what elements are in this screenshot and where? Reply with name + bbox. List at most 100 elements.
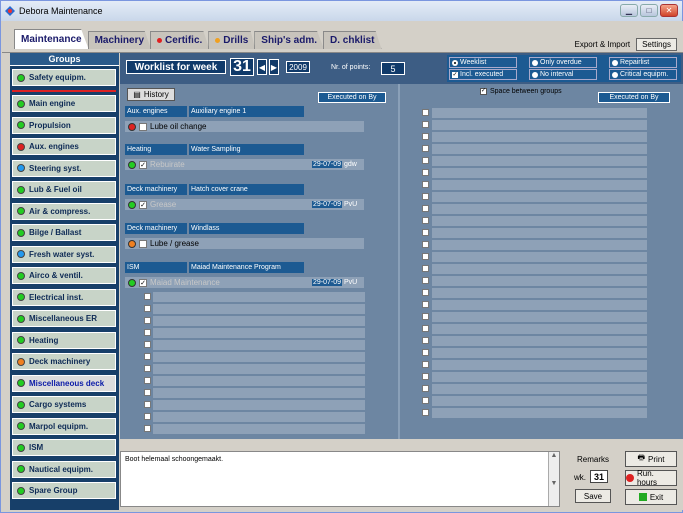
option-repairlist[interactable]: Repairlist (609, 57, 677, 68)
group-item-main-engine[interactable]: Main engine (12, 95, 116, 112)
group-item-bilge-ballast[interactable]: Bilge / Ballast (12, 224, 116, 241)
empty-checkbox[interactable] (144, 365, 151, 372)
empty-checkbox[interactable] (144, 353, 151, 360)
tab-machinery[interactable]: Machinery (87, 31, 152, 49)
task-checkbox[interactable] (139, 122, 147, 131)
run-hours-button[interactable]: Run. hours (625, 469, 677, 487)
remarks-scrollbar[interactable]: ▲ ▼ (548, 452, 559, 506)
maximize-button[interactable]: □ (640, 4, 658, 17)
history-button[interactable]: ▤ History (127, 88, 175, 101)
empty-checkbox[interactable] (422, 289, 429, 296)
empty-checkbox[interactable] (422, 145, 429, 152)
empty-checkbox[interactable] (422, 301, 429, 308)
group-item-miscellaneous-deck[interactable]: Miscellaneous deck (12, 374, 116, 392)
empty-checkbox[interactable] (422, 361, 429, 368)
tab-drills[interactable]: Drills (208, 31, 256, 49)
option-weeklist[interactable]: Weeklist (449, 57, 517, 68)
tab-ship-s-adm[interactable]: Ship's adm. (254, 31, 325, 49)
empty-checkbox[interactable] (144, 317, 151, 324)
group-item-cargo-systems[interactable]: Cargo systems (12, 396, 116, 413)
empty-task-row (432, 252, 647, 262)
empty-checkbox[interactable] (422, 337, 429, 344)
empty-checkbox[interactable] (422, 277, 429, 284)
group-item-safety-equipm[interactable]: Safety equipm. (12, 69, 116, 86)
empty-checkbox[interactable] (422, 373, 429, 380)
empty-checkbox[interactable] (422, 193, 429, 200)
task-checkbox[interactable]: ✓ (139, 160, 147, 169)
next-week-button[interactable]: ▶ (269, 59, 279, 75)
group-item-heating[interactable]: Heating (12, 331, 116, 349)
exit-button[interactable]: Exit (625, 489, 677, 505)
export-import-link[interactable]: Export & Import (575, 40, 631, 49)
empty-checkbox[interactable] (422, 229, 429, 236)
minimize-button[interactable]: ▁ (620, 4, 638, 17)
group-item-propulsion[interactable]: Propulsion (12, 116, 116, 134)
task-row[interactable]: ✓ Rebuirate 29-07-09 gdw (125, 159, 364, 170)
task-row[interactable]: Lube / grease (125, 238, 364, 249)
group-item-miscellaneous-er[interactable]: Miscellaneous ER (12, 310, 116, 327)
group-item-deck-machinery[interactable]: Deck machinery (12, 353, 116, 370)
empty-checkbox[interactable] (422, 385, 429, 392)
prev-week-button[interactable]: ◀ (257, 59, 267, 75)
task-checkbox[interactable]: ✓ (139, 200, 147, 209)
task-row[interactable]: ✓ Grease 29-07-09 PvU (125, 199, 364, 210)
empty-checkbox[interactable] (144, 401, 151, 408)
empty-checkbox[interactable] (422, 121, 429, 128)
wk-field[interactable]: 31 (590, 470, 608, 483)
empty-checkbox[interactable] (422, 397, 429, 404)
empty-checkbox[interactable] (422, 241, 429, 248)
task-checkbox[interactable] (139, 239, 147, 248)
task-row[interactable]: Lube oil change (125, 121, 364, 132)
empty-checkbox[interactable] (144, 377, 151, 384)
group-item-fresh-water-syst[interactable]: Fresh water syst. (12, 245, 116, 263)
empty-checkbox[interactable] (422, 253, 429, 260)
empty-checkbox[interactable] (422, 313, 429, 320)
group-item-air-compress[interactable]: Air & compress. (12, 202, 116, 220)
option-only-overdue[interactable]: Only overdue (529, 57, 597, 68)
empty-checkbox[interactable] (144, 341, 151, 348)
group-item-marpol-equipm[interactable]: Marpol equipm. (12, 417, 116, 435)
task-checkbox[interactable]: ✓ (139, 278, 147, 287)
remarks-textarea[interactable]: Boot helemaal schoongemaakt. (120, 451, 560, 507)
group-item-airco-ventil[interactable]: Airco & ventil. (12, 267, 116, 284)
tab-d-chklist[interactable]: D. chklist (323, 31, 382, 49)
close-button[interactable]: ✕ (660, 4, 678, 17)
empty-checkbox[interactable] (144, 305, 151, 312)
empty-checkbox[interactable] (422, 109, 429, 116)
group-item-nautical-equipm[interactable]: Nautical equipm. (12, 460, 116, 478)
empty-checkbox[interactable] (422, 217, 429, 224)
empty-checkbox[interactable] (422, 349, 429, 356)
print-label: Print (648, 454, 665, 464)
tab-certific[interactable]: Certific. (150, 31, 210, 49)
printer-icon: 🖶 (637, 453, 646, 462)
tab-maintenance[interactable]: Maintenance (14, 29, 89, 49)
empty-checkbox[interactable] (144, 425, 151, 432)
empty-checkbox[interactable] (422, 181, 429, 188)
option-no-interval[interactable]: No interval (529, 69, 597, 80)
empty-checkbox[interactable] (422, 325, 429, 332)
save-button[interactable]: Save (575, 489, 611, 503)
group-label: Safety equipm. (29, 73, 86, 82)
empty-checkbox[interactable] (144, 389, 151, 396)
settings-button[interactable]: Settings (636, 38, 677, 51)
empty-checkbox[interactable] (422, 157, 429, 164)
empty-checkbox[interactable] (144, 293, 151, 300)
empty-checkbox[interactable] (144, 413, 151, 420)
space-between-groups-checkbox[interactable]: ✓ Space between groups (480, 88, 562, 95)
group-item-electrical-inst[interactable]: Electrical inst. (12, 288, 116, 306)
option-incl-executed[interactable]: ✓ Incl. executed (449, 69, 517, 80)
empty-checkbox[interactable] (422, 409, 429, 416)
group-item-ism[interactable]: ISM (12, 439, 116, 456)
task-row[interactable]: ✓ Maiad Maintenance 29-07-09 PvU (125, 277, 364, 288)
empty-checkbox[interactable] (422, 265, 429, 272)
group-item-steering-syst[interactable]: Steering syst. (12, 159, 116, 177)
empty-checkbox[interactable] (422, 133, 429, 140)
empty-checkbox[interactable] (144, 329, 151, 336)
empty-checkbox[interactable] (422, 205, 429, 212)
empty-checkbox[interactable] (422, 169, 429, 176)
group-item-spare-group[interactable]: Spare Group (12, 482, 116, 499)
option-critical-equipm[interactable]: Critical equipm. (609, 69, 677, 80)
group-item-aux-engines[interactable]: Aux. engines (12, 138, 116, 155)
group-item-lub-fuel-oil[interactable]: Lub & Fuel oil (12, 181, 116, 198)
print-button[interactable]: 🖶 Print (625, 451, 677, 467)
